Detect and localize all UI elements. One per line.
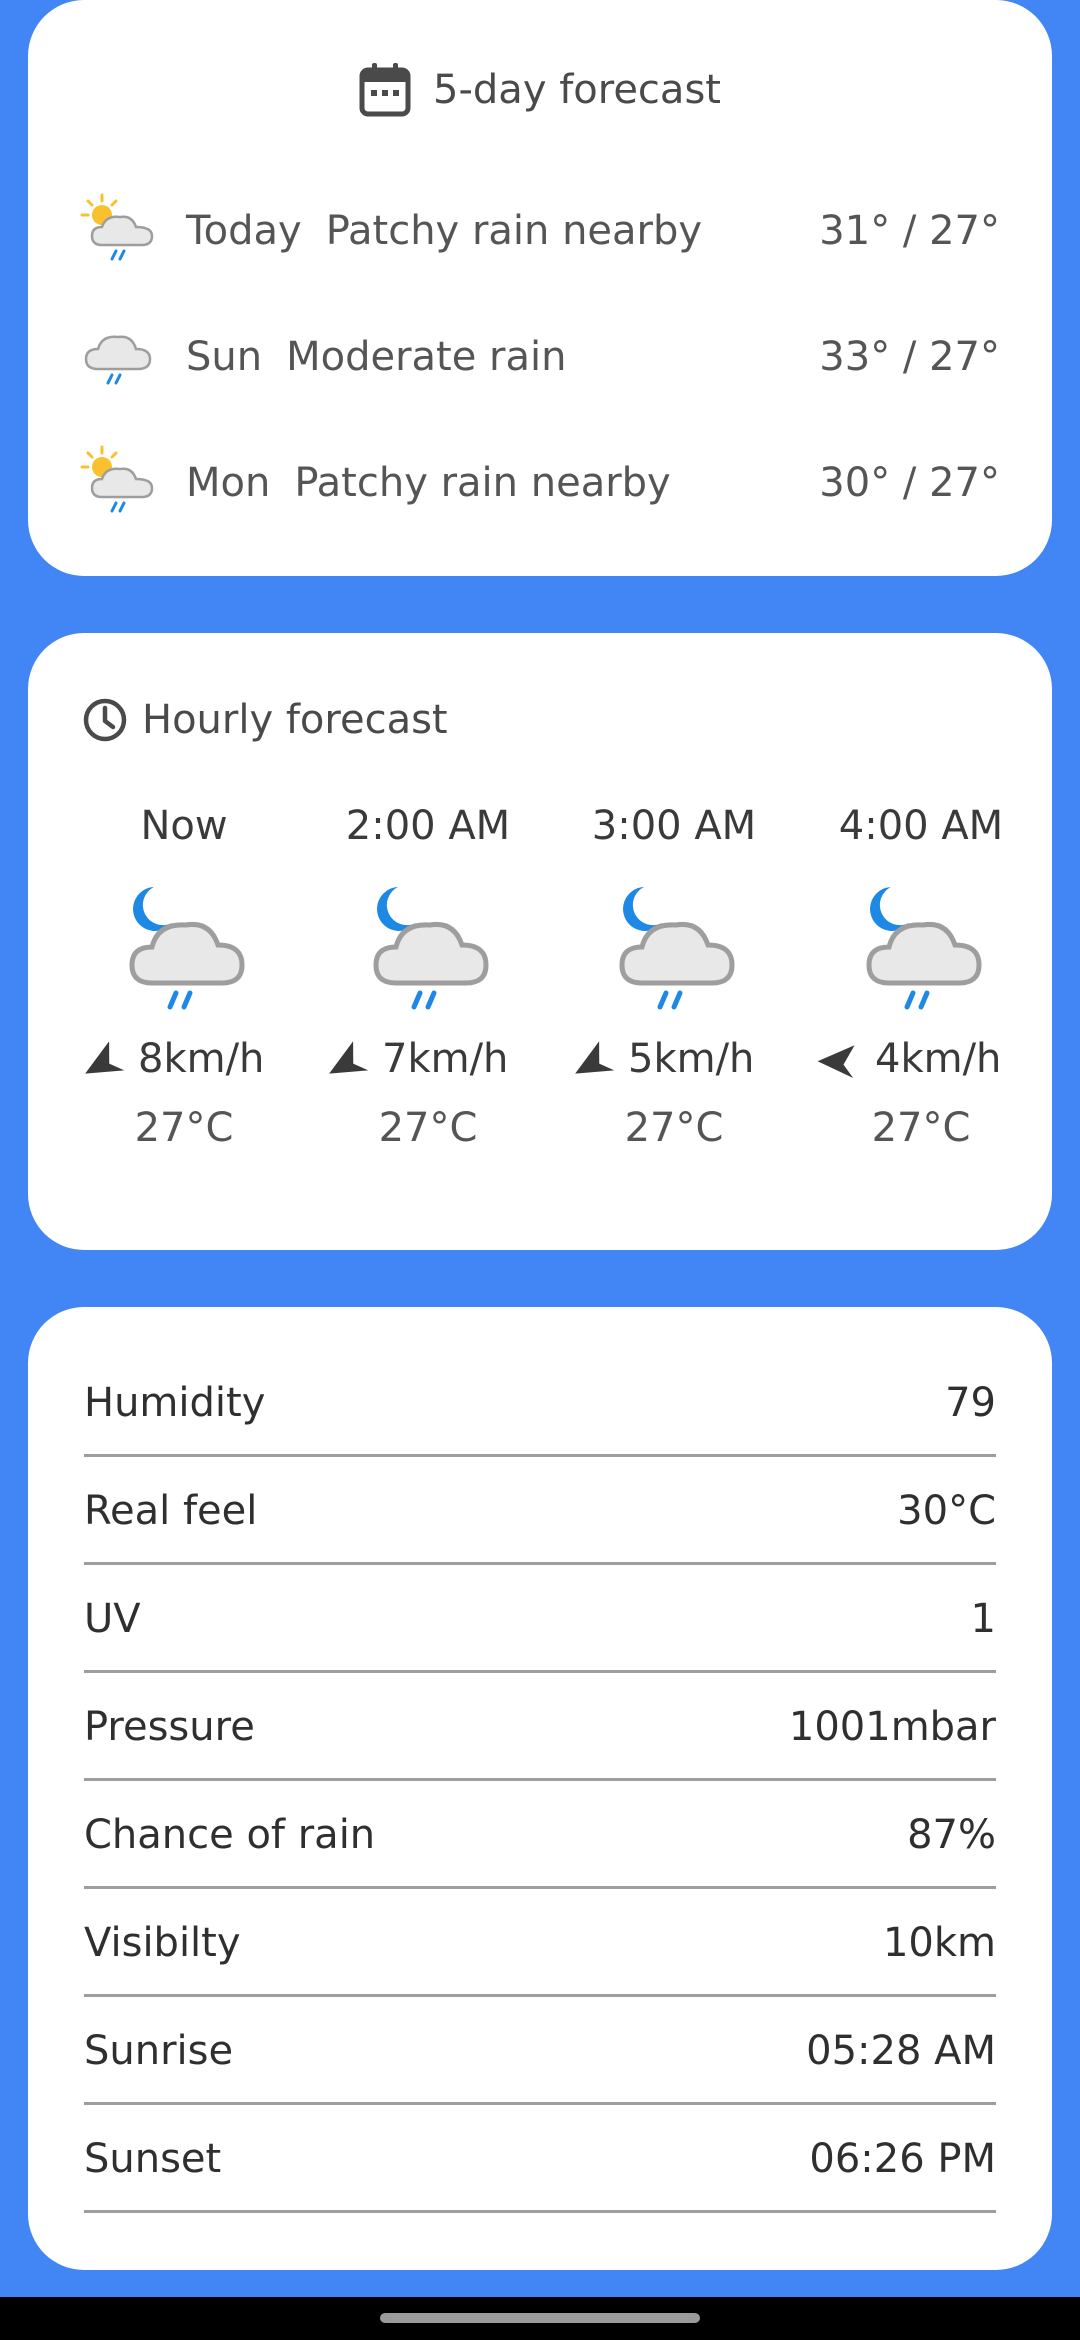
sun-cloud-rain-icon — [80, 445, 154, 513]
cloud-rain-icon — [84, 335, 152, 385]
detail-label: Pressure — [84, 1703, 255, 1750]
detail-value: 10km — [882, 1919, 996, 1966]
detail-value: 30°C — [897, 1487, 996, 1534]
hourly-forecast-header: Hourly forecast — [82, 697, 448, 743]
hour-time: Now — [140, 803, 228, 849]
wind-direction-arrow-icon — [575, 1041, 615, 1074]
detail-value: 06:26 PM — [809, 2135, 996, 2182]
hour-wind: 5km/h — [574, 1029, 834, 1089]
daily-day: Sun — [186, 334, 263, 380]
hour-temp: 27°C — [624, 1105, 724, 1151]
hour-item[interactable]: 3:00 AM 5km/h 27°C — [574, 803, 774, 1163]
daily-temps: 33° / 27° — [819, 334, 1000, 380]
hour-temp: 27°C — [134, 1105, 234, 1151]
detail-label: Chance of rain — [84, 1811, 376, 1858]
detail-row-pressure: Pressure 1001mbar — [84, 1673, 996, 1781]
detail-value: 79 — [945, 1379, 996, 1426]
hour-item[interactable]: Now 8km/h 27°C — [84, 803, 284, 1163]
hourly-forecast-card: Hourly forecast Now 8km/h 27°C 2:00 AM 7… — [28, 633, 1052, 1250]
detail-row-visibility: Visibilty 10km — [84, 1889, 996, 1997]
detail-label: Real feel — [84, 1487, 258, 1534]
daily-condition: Patchy rain nearby — [325, 208, 703, 254]
daily-day: Mon — [186, 460, 271, 506]
hour-time: 3:00 AM — [591, 803, 757, 849]
daily-temps: 30° / 27° — [819, 460, 1000, 506]
detail-row-sunset: Sunset 06:26 PM — [84, 2105, 996, 2213]
hour-temp: 27°C — [871, 1105, 971, 1151]
hourly-forecast-title: Hourly forecast — [142, 697, 448, 743]
hour-item[interactable]: 2:00 AM 7km/h 27°C — [328, 803, 528, 1163]
hourly-scroll-strip[interactable]: Now 8km/h 27°C 2:00 AM 7km/h 27°C 3:00 A… — [84, 803, 1026, 1163]
detail-value: 1 — [970, 1595, 996, 1642]
wind-direction-arrow-icon — [817, 1045, 855, 1078]
daily-temps: 31° / 27° — [819, 208, 1000, 254]
moon-cloud-rain-icon — [373, 887, 489, 1010]
detail-label: UV — [84, 1595, 141, 1642]
moon-cloud-rain-icon — [866, 887, 982, 1010]
hour-wind: 4km/h — [817, 1029, 1026, 1089]
wind-direction-arrow-icon — [329, 1041, 369, 1074]
hour-time: 4:00 AM — [838, 803, 1004, 849]
detail-label: Visibilty — [84, 1919, 241, 1966]
detail-row-sunrise: Sunrise 05:28 AM — [84, 1997, 996, 2105]
detail-value: 87% — [907, 1811, 996, 1858]
detail-value: 1001mbar — [788, 1703, 996, 1750]
detail-row-chance-of-rain: Chance of rain 87% — [84, 1781, 996, 1889]
daily-forecast-title: 5-day forecast — [433, 67, 721, 113]
hour-item[interactable]: 4:00 AM 4km/h 27°C — [817, 803, 1021, 1163]
hour-wind: 8km/h — [84, 1029, 344, 1089]
hour-wind-speed: 7km/h — [382, 1036, 509, 1082]
sun-cloud-rain-icon — [80, 193, 154, 261]
hour-wind-speed: 8km/h — [138, 1036, 265, 1082]
hour-wind-speed: 5km/h — [628, 1036, 755, 1082]
wind-direction-arrow-icon — [85, 1041, 125, 1074]
daily-forecast-card: 5-day forecast Today Patchy rain nearby … — [28, 0, 1052, 576]
hour-time: 2:00 AM — [345, 803, 511, 849]
gesture-home-handle[interactable] — [380, 2313, 700, 2323]
daily-day: Today — [186, 208, 302, 254]
detail-row-uv: UV 1 — [84, 1565, 996, 1673]
daily-row-sun[interactable]: Sun Moderate rain 33° / 27° — [80, 314, 1000, 400]
detail-value: 05:28 AM — [806, 2027, 996, 2074]
daily-row-mon[interactable]: Mon Patchy rain nearby 30° / 27° — [80, 440, 1000, 526]
hour-wind-speed: 4km/h — [875, 1036, 1002, 1082]
weather-details-card: Humidity 79 Real feel 30°C UV 1 Pressure… — [28, 1307, 1052, 2270]
detail-label: Humidity — [84, 1379, 266, 1426]
detail-label: Sunrise — [84, 2027, 234, 2074]
moon-cloud-rain-icon — [129, 887, 245, 1010]
detail-row-humidity: Humidity 79 — [84, 1349, 996, 1457]
daily-condition: Moderate rain — [286, 334, 567, 380]
detail-row-real-feel: Real feel 30°C — [84, 1457, 996, 1565]
daily-row-today[interactable]: Today Patchy rain nearby 31° / 27° — [80, 188, 1000, 274]
hour-temp: 27°C — [378, 1105, 478, 1151]
daily-condition: Patchy rain nearby — [294, 460, 671, 506]
system-navigation-bar — [0, 2297, 1080, 2340]
daily-forecast-header: 5-day forecast — [28, 62, 1052, 118]
clock-icon — [83, 698, 127, 742]
calendar-icon — [359, 63, 411, 117]
moon-cloud-rain-icon — [619, 887, 735, 1010]
detail-label: Sunset — [84, 2135, 222, 2182]
hour-wind: 7km/h — [328, 1029, 588, 1089]
